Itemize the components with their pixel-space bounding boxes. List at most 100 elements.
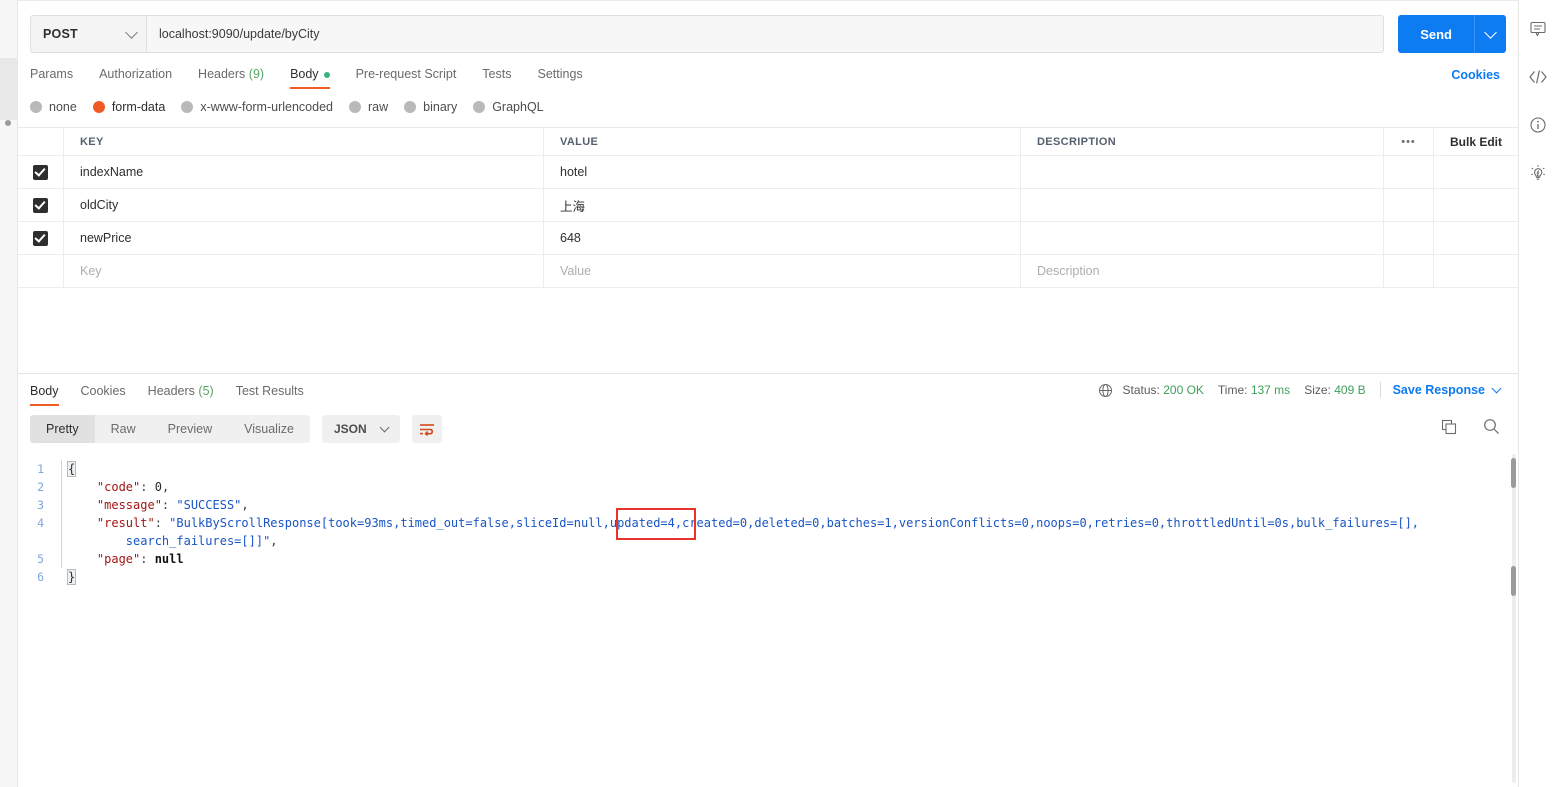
row-checkbox[interactable] xyxy=(33,164,48,180)
response-tab-headers[interactable]: Headers (5) xyxy=(148,384,214,406)
json-number: 0 xyxy=(154,480,162,494)
chevron-down-icon xyxy=(1484,25,1497,39)
http-method-select[interactable]: POST xyxy=(30,15,146,53)
line-number: 4 xyxy=(37,516,44,530)
body-type-binary[interactable]: binary xyxy=(404,100,457,114)
save-response-button[interactable]: Save Response xyxy=(1392,383,1502,397)
empty-more-cell xyxy=(1383,255,1433,287)
row-value[interactable]: 上海 xyxy=(560,196,585,215)
search-button[interactable] xyxy=(1483,418,1500,438)
tab-settings[interactable]: Settings xyxy=(537,67,582,89)
empty-checkbox-cell xyxy=(18,255,64,287)
bulk-edit-button[interactable]: Bulk Edit xyxy=(1433,128,1518,155)
tab-label: Headers xyxy=(198,67,246,81)
json-key: "page" xyxy=(68,552,141,566)
code-text: "message": "SUCCESS", xyxy=(68,496,249,514)
save-response-label: Save Response xyxy=(1392,383,1485,397)
fold-guide xyxy=(61,514,62,532)
line-number: 3 xyxy=(37,498,44,512)
fold-column xyxy=(56,478,68,496)
size-prefix: Size: xyxy=(1304,383,1331,397)
body-type-radio-group: none form-data x-www-form-urlencoded raw… xyxy=(18,89,1518,119)
fold-guide xyxy=(61,478,62,496)
tab-tests[interactable]: Tests xyxy=(482,67,511,89)
json-brace: } xyxy=(66,569,77,585)
row-key[interactable]: newPrice xyxy=(80,231,131,245)
tab-headers[interactable]: Headers (9) xyxy=(198,67,264,89)
tab-params[interactable]: Params xyxy=(30,67,73,89)
status-label: Status: 200 OK xyxy=(1123,383,1204,397)
cookies-link[interactable]: Cookies xyxy=(1451,68,1500,82)
code-line: 3 "message": "SUCCESS", xyxy=(30,496,1506,514)
tab-label: Headers xyxy=(147,384,195,398)
new-key-input[interactable]: Key xyxy=(80,264,102,278)
tab-label: Settings xyxy=(537,67,583,81)
comment-button[interactable] xyxy=(1527,18,1549,40)
size-label: Size: 409 B xyxy=(1304,383,1365,397)
json-string: "BulkByScrollResponse[took=93ms,timed_ou… xyxy=(169,516,1420,530)
radio-selected-icon xyxy=(92,101,105,113)
body-type-urlencoded[interactable]: x-www-form-urlencoded xyxy=(181,100,333,114)
body-type-graphql[interactable]: GraphQL xyxy=(473,100,544,114)
body-type-none[interactable]: none xyxy=(30,100,77,114)
response-tab-cookies[interactable]: Cookies xyxy=(81,384,126,406)
response-format-toolbar: Pretty Raw Preview Visualize JSON xyxy=(18,406,1518,446)
tab-body[interactable]: Body xyxy=(290,67,330,89)
json-key: "code" xyxy=(68,480,141,494)
new-description-input[interactable]: Description xyxy=(1037,264,1100,278)
row-value[interactable]: hotel xyxy=(560,165,587,179)
fold-column xyxy=(56,460,68,478)
new-value-input[interactable]: Value xyxy=(560,264,591,278)
response-headers-count: (5) xyxy=(198,384,214,398)
status-value: 200 OK xyxy=(1163,383,1204,397)
row-key[interactable]: oldCity xyxy=(80,198,118,212)
response-format-select[interactable]: JSON xyxy=(321,415,400,443)
row-checkbox[interactable] xyxy=(33,230,48,246)
view-mode-pretty[interactable]: Pretty xyxy=(30,415,95,443)
response-meta: Status: 200 OK Time: 137 ms Size: 409 B … xyxy=(1098,382,1502,398)
row-checkbox[interactable] xyxy=(33,197,48,213)
pane-drag-handle[interactable] xyxy=(5,120,11,126)
radio-icon xyxy=(349,101,361,113)
code-line: 6 } xyxy=(30,568,1506,586)
response-body-viewer[interactable]: 1 { 2 "code": 0, 3 "message": "SUCCESS",… xyxy=(30,460,1506,781)
meta-divider xyxy=(1379,382,1381,398)
tips-button[interactable] xyxy=(1527,162,1549,184)
row-key[interactable]: indexName xyxy=(80,165,143,179)
table-more-options-button[interactable]: ••• xyxy=(1383,128,1433,155)
left-rail-active-indicator xyxy=(0,58,18,120)
response-scrollbar-track[interactable] xyxy=(1512,454,1516,783)
request-url-input[interactable]: localhost:9090/update/byCity xyxy=(146,15,1385,53)
tab-label: Body xyxy=(30,384,59,398)
response-scrollbar-thumb-bottom[interactable] xyxy=(1511,566,1516,596)
row-value[interactable]: 648 xyxy=(560,231,581,245)
info-icon xyxy=(1530,117,1546,133)
globe-icon xyxy=(1098,383,1112,397)
code-line: search_failures=[]]", xyxy=(30,532,1506,550)
tab-label: Pre-request Script xyxy=(355,67,457,81)
fold-guide xyxy=(61,496,62,514)
json-punct: : xyxy=(140,480,155,494)
code-line: 5 "page": null xyxy=(30,550,1506,568)
wrap-lines-icon xyxy=(419,424,434,436)
info-button[interactable] xyxy=(1527,114,1549,136)
wrap-lines-button[interactable] xyxy=(411,415,442,443)
body-type-form-data[interactable]: form-data xyxy=(92,100,165,114)
fold-column xyxy=(56,514,68,532)
response-tab-body[interactable]: Body xyxy=(30,384,59,406)
tab-authorization[interactable]: Authorization xyxy=(99,67,172,89)
view-mode-preview[interactable]: Preview xyxy=(152,415,228,443)
send-button[interactable]: Send xyxy=(1398,15,1474,53)
copy-button[interactable] xyxy=(1441,419,1457,438)
send-options-button[interactable] xyxy=(1474,15,1506,53)
chevron-down-icon xyxy=(379,422,390,432)
view-mode-visualize[interactable]: Visualize xyxy=(228,415,310,443)
json-key: "message" xyxy=(68,498,162,512)
view-mode-raw[interactable]: Raw xyxy=(95,415,152,443)
response-scrollbar-thumb-top[interactable] xyxy=(1511,458,1516,488)
tab-pre-request-script[interactable]: Pre-request Script xyxy=(356,67,457,89)
body-type-raw[interactable]: raw xyxy=(349,100,388,114)
response-tab-test-results[interactable]: Test Results xyxy=(236,384,304,406)
code-snippet-button[interactable] xyxy=(1527,66,1549,88)
code-text: } xyxy=(66,568,77,586)
